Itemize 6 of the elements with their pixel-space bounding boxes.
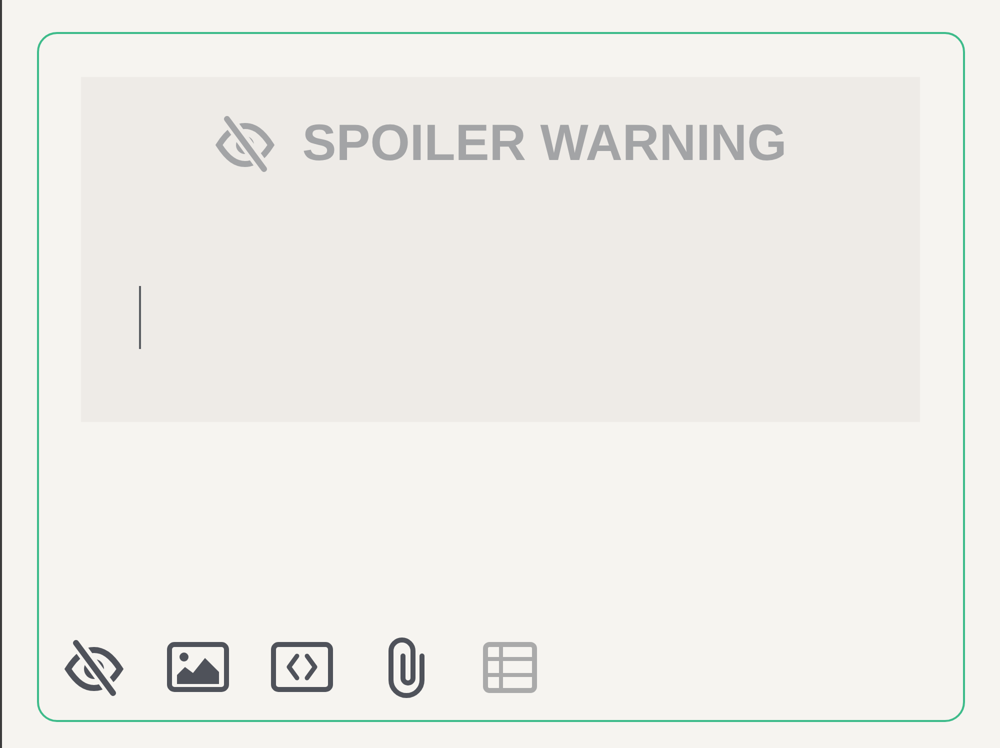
eye-slash-icon xyxy=(63,638,125,696)
code-icon xyxy=(271,642,333,692)
spoiler-title: SPOILER WARNING xyxy=(302,113,787,173)
image-icon xyxy=(167,642,229,692)
eye-slash-icon xyxy=(214,114,276,172)
table-icon xyxy=(483,642,537,692)
